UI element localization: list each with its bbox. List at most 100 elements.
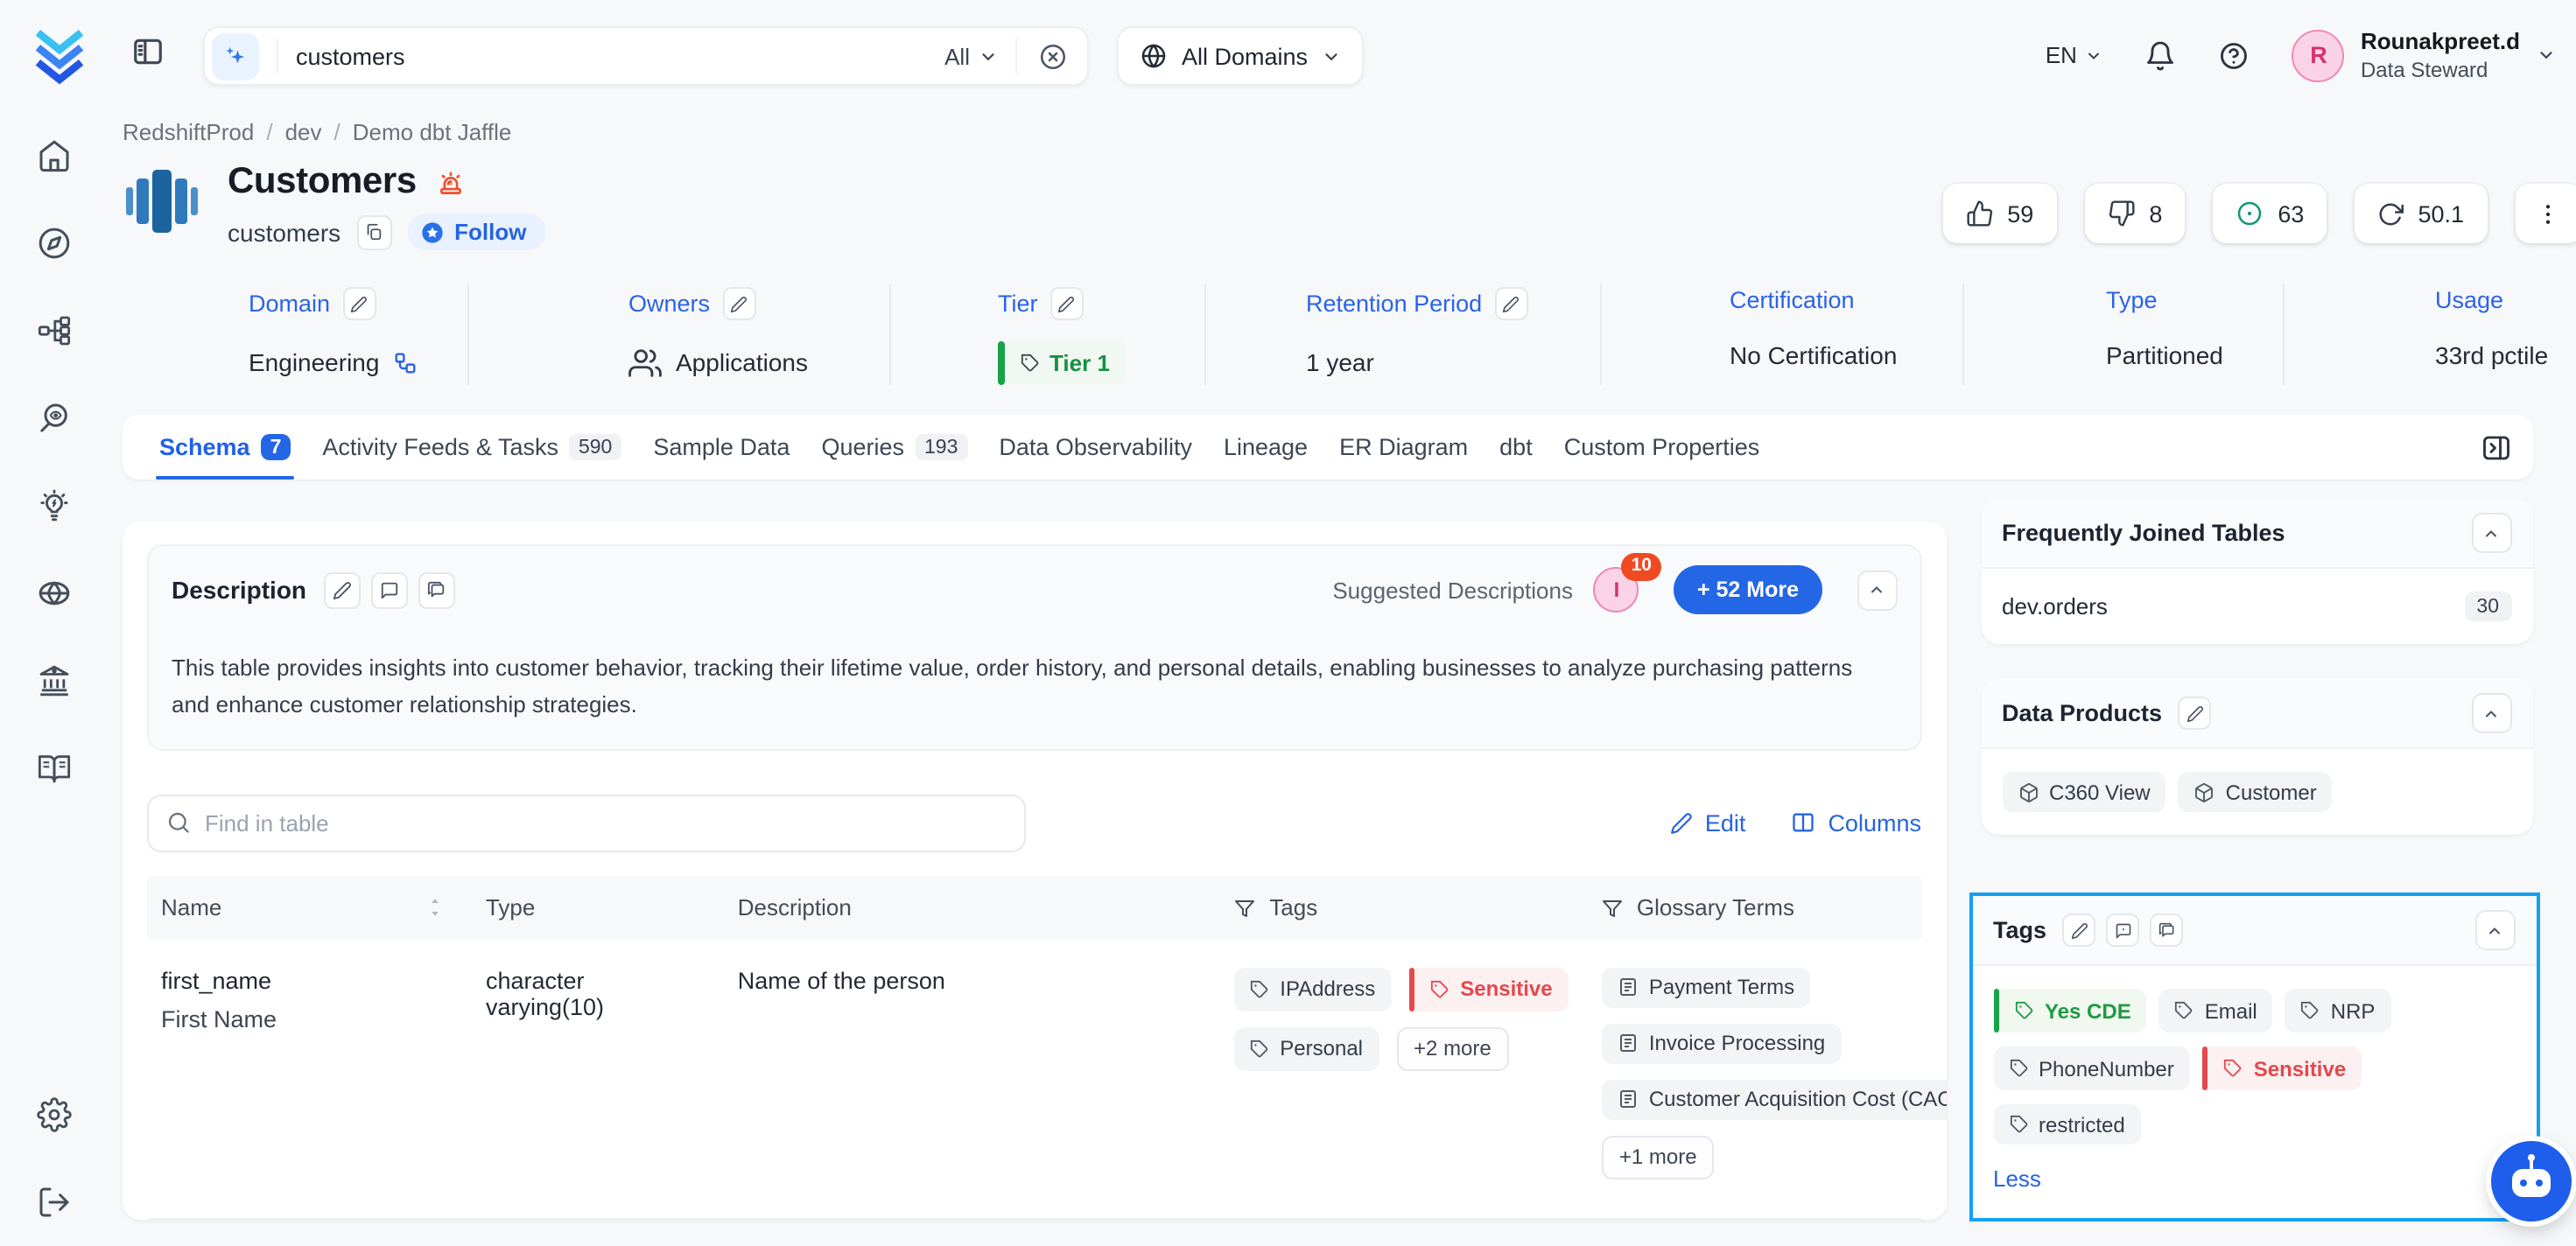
governance-bank-icon[interactable]	[0, 637, 109, 724]
more-tags-chip[interactable]: +2 more	[1396, 1026, 1509, 1070]
top-right-actions: EN R Rounakpreet.d Data Steward	[2046, 28, 2555, 84]
sidebar-toggle-icon[interactable]	[131, 35, 165, 77]
tab-dbt[interactable]: dbt	[1484, 415, 1548, 480]
copy-icon[interactable]	[356, 214, 391, 249]
edit-description-icon[interactable]	[324, 571, 361, 608]
breadcrumb-database[interactable]: Demo dbt Jaffle	[353, 119, 512, 145]
freshness-button[interactable]: 50.1	[2355, 184, 2487, 243]
tag-chip[interactable]: Email	[2159, 989, 2273, 1032]
glossary-term-chip[interactable]: Customer Acquisition Cost (CAC)	[1602, 1079, 1946, 1119]
tab-data-observability[interactable]: Data Observability	[983, 415, 1208, 480]
header-tags: Tags	[1220, 894, 1588, 920]
filter-funnel-icon[interactable]	[1602, 897, 1623, 918]
filter-funnel-icon[interactable]	[1234, 897, 1255, 918]
user-avatar[interactable]: R	[2292, 30, 2345, 82]
home-icon[interactable]	[0, 112, 109, 200]
observability-search-icon[interactable]	[0, 374, 109, 462]
more-terms-chip[interactable]: +1 more	[1602, 1135, 1715, 1179]
sort-icon[interactable]	[428, 898, 444, 917]
tab-lineage[interactable]: Lineage	[1208, 415, 1323, 480]
tab-activity-feeds[interactable]: Activity Feeds & Tasks590	[306, 415, 637, 480]
suggestion-avatar[interactable]: I 10	[1594, 567, 1639, 612]
atlan-logo-icon[interactable]	[30, 26, 89, 86]
popularity-button[interactable]: 63	[2213, 184, 2327, 243]
all-domains-button[interactable]: All Domains	[1117, 26, 1364, 86]
more-actions-kebab-icon[interactable]	[2515, 184, 2576, 243]
owners-value[interactable]: Applications	[676, 348, 808, 376]
tag-chip[interactable]: PhoneNumber	[1993, 1046, 2190, 1090]
search-icon	[166, 810, 191, 835]
breadcrumb-connection[interactable]: RedshiftProd	[123, 119, 254, 145]
copy-description-icon[interactable]	[418, 571, 455, 608]
upvote-button[interactable]: 59	[1942, 184, 2056, 243]
header-description: Description	[724, 894, 1221, 920]
edit-tags-icon[interactable]	[2062, 914, 2095, 947]
edit-tier-icon[interactable]	[1050, 287, 1084, 320]
cell-description: Name of the person	[724, 967, 1221, 993]
collapse-description-icon[interactable]	[1857, 570, 1897, 610]
expand-panel-icon[interactable]	[2480, 431, 2511, 463]
tab-sample-data[interactable]: Sample Data	[637, 415, 805, 480]
tag-chip[interactable]: NRP	[2285, 989, 2391, 1032]
help-icon[interactable]	[2219, 40, 2250, 72]
tag-chip[interactable]: restricted	[1993, 1104, 2141, 1144]
tab-custom-properties[interactable]: Custom Properties	[1548, 415, 1776, 480]
edit-retention-icon[interactable]	[1494, 287, 1527, 320]
tab-er-diagram[interactable]: ER Diagram	[1323, 415, 1484, 480]
columns-button[interactable]: Columns	[1791, 809, 1921, 836]
notifications-bell-icon[interactable]	[2145, 40, 2177, 72]
downvote-button[interactable]: 8	[2084, 184, 2185, 243]
search-scope-dropdown[interactable]: All	[944, 43, 998, 69]
glossary-term-chip[interactable]: Invoice Processing	[1602, 1023, 1841, 1063]
edit-data-products-icon[interactable]	[2178, 696, 2211, 730]
data-product-chip[interactable]: C360 View	[2002, 772, 2166, 812]
more-suggestions-button[interactable]: + 52 More	[1674, 565, 1821, 614]
collapse-data-products-icon[interactable]	[2471, 693, 2511, 733]
clear-search-icon[interactable]	[1038, 41, 1068, 71]
language-selector[interactable]: EN	[2046, 43, 2103, 69]
tag-chip[interactable]: IPAddress	[1234, 967, 1391, 1011]
glossary-book-icon[interactable]	[0, 724, 109, 812]
domain-link-icon	[393, 351, 416, 374]
chatbot-button[interactable]	[2490, 1141, 2571, 1222]
alert-siren-icon[interactable]	[436, 167, 466, 197]
logout-icon[interactable]	[0, 1158, 109, 1246]
tier-badge[interactable]: Tier 1	[998, 340, 1126, 384]
tab-queries[interactable]: Queries193	[805, 415, 983, 480]
column-name[interactable]: first_name	[161, 967, 454, 993]
tag-chip[interactable]: Personal	[1234, 1026, 1379, 1070]
tags-less-link[interactable]: Less	[1993, 1166, 2041, 1192]
breadcrumb-schema[interactable]: dev	[285, 119, 322, 145]
domain-value[interactable]: Engineering	[249, 348, 379, 376]
edit-owners-icon[interactable]	[722, 287, 755, 320]
global-search-bar[interactable]: All	[203, 26, 1089, 86]
data-product-chip[interactable]: Customer	[2179, 772, 2333, 812]
find-in-table-input[interactable]	[147, 794, 1026, 851]
joined-table-row[interactable]: dev.orders 30	[2002, 592, 2511, 621]
glossary-term-chip[interactable]: Payment Terms	[1602, 967, 1810, 1007]
edit-button[interactable]: Edit	[1670, 809, 1746, 836]
tag-chip[interactable]: Sensitive	[1408, 967, 1568, 1011]
tag-chip[interactable]: Sensitive	[2202, 1046, 2362, 1090]
meta-tier: Tier Tier 1	[889, 284, 1204, 385]
lineage-tree-icon[interactable]	[0, 287, 109, 374]
collapse-joined-tables-icon[interactable]	[2471, 513, 2511, 553]
web-globe-icon[interactable]	[0, 550, 109, 637]
search-input[interactable]	[296, 43, 944, 69]
user-menu[interactable]: R Rounakpreet.d Data Steward	[2292, 28, 2555, 84]
package-icon	[2018, 781, 2039, 802]
tags-comment-icon[interactable]	[2106, 914, 2139, 947]
tab-schema[interactable]: Schema7	[144, 415, 306, 480]
settings-gear-icon[interactable]	[0, 1071, 109, 1158]
follow-button[interactable]: Follow	[407, 214, 545, 250]
tag-chip[interactable]: Yes CDE	[1993, 989, 2147, 1032]
tags-card: Tags	[1972, 896, 2536, 1218]
comment-icon[interactable]	[371, 571, 408, 608]
tags-comments-stack-icon[interactable]	[2150, 914, 2183, 947]
collapse-tags-icon[interactable]	[2474, 910, 2515, 950]
ai-sparkles-icon[interactable]	[212, 32, 259, 80]
insights-bulb-icon[interactable]	[0, 462, 109, 550]
discover-compass-icon[interactable]	[0, 200, 109, 287]
edit-domain-icon[interactable]	[342, 287, 376, 320]
cell-name: first_name First Name	[147, 967, 472, 1032]
